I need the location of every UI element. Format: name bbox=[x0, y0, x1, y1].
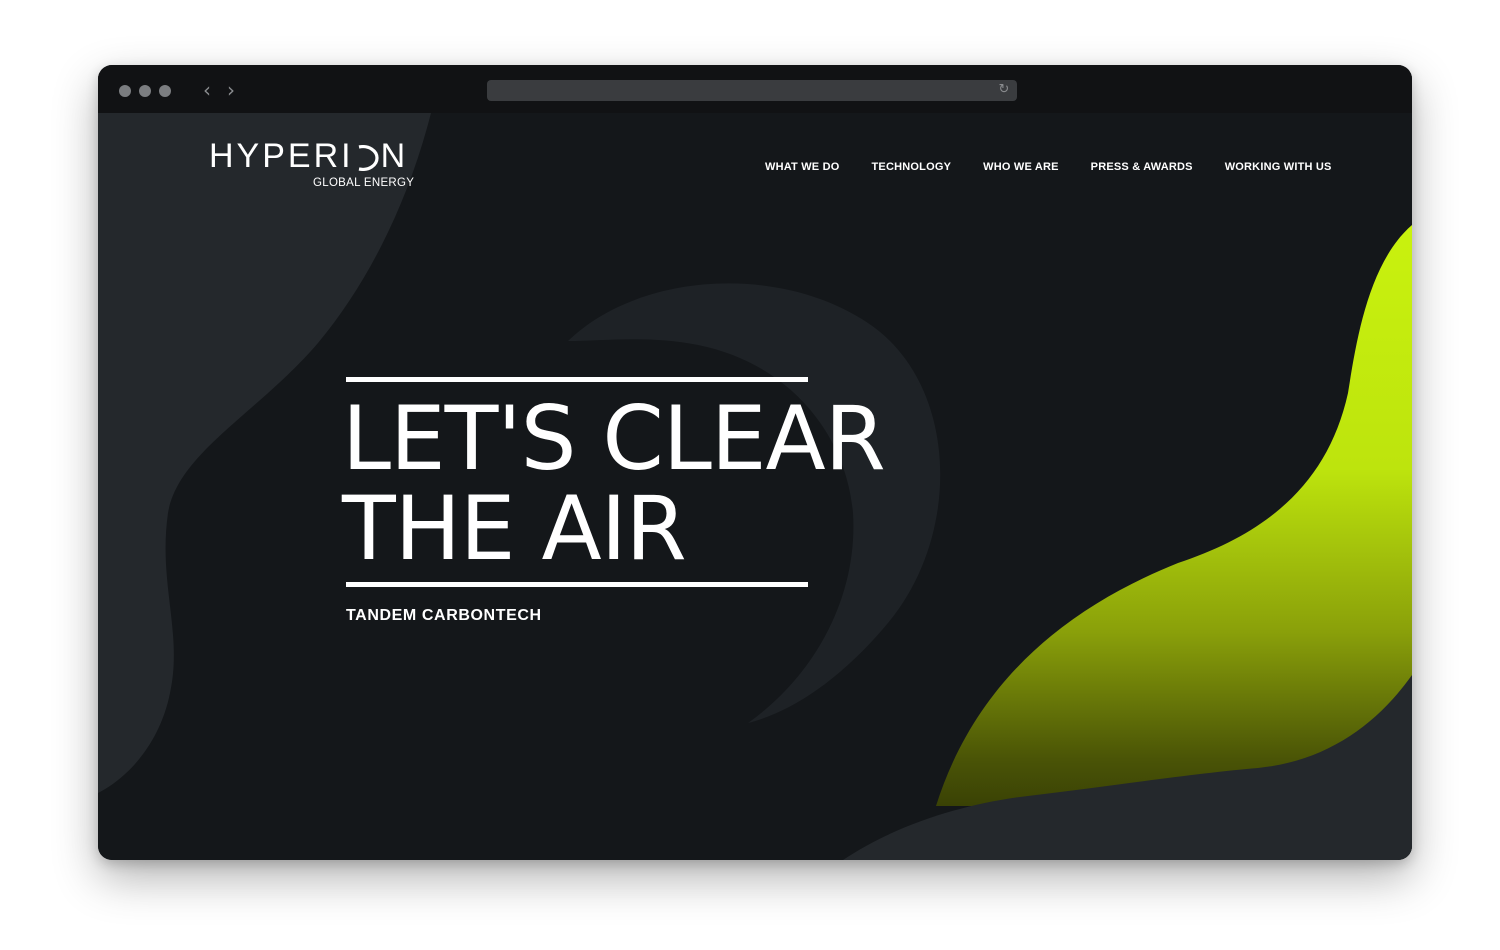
hero-section: LET'S CLEAR THE AIR TANDEM CARBONTECH bbox=[342, 377, 946, 625]
brand-logo[interactable]: HYPERI N GLOBAL ENERGY bbox=[209, 137, 414, 189]
chevron-right-icon[interactable]: › bbox=[223, 79, 239, 101]
hero-headline-line-2: THE AIR bbox=[342, 477, 687, 580]
maximize-window-button[interactable] bbox=[159, 85, 171, 97]
reload-icon[interactable]: ↻ bbox=[996, 82, 1012, 98]
hero-top-rule bbox=[346, 377, 808, 382]
browser-titlebar: ‹ › ↻ bbox=[98, 65, 1412, 113]
nav-item-working-with-us[interactable]: WORKING WITH US bbox=[1225, 161, 1332, 173]
brand-tagline: GLOBAL ENERGY bbox=[313, 177, 415, 189]
chevron-left-icon[interactable]: ‹ bbox=[199, 79, 215, 101]
brand-name: HYPERI bbox=[209, 137, 354, 175]
hero-bottom-rule bbox=[346, 582, 808, 587]
main-navigation: WHAT WE DO TECHNOLOGY WHO WE ARE PRESS &… bbox=[765, 161, 1364, 173]
nav-item-technology[interactable]: TECHNOLOGY bbox=[872, 161, 952, 173]
brand-name-end: N bbox=[380, 137, 409, 175]
browser-window: ‹ › ↻ HYPERI N GLOBAL ENERGY WHAT WE DO … bbox=[98, 65, 1412, 860]
address-bar[interactable]: ↻ bbox=[487, 80, 1017, 101]
hero-headline: LET'S CLEAR THE AIR bbox=[342, 394, 946, 574]
nav-item-press-awards[interactable]: PRESS & AWARDS bbox=[1091, 161, 1193, 173]
nav-item-what-we-do[interactable]: WHAT WE DO bbox=[765, 161, 840, 173]
page-viewport: HYPERI N GLOBAL ENERGY WHAT WE DO TECHNO… bbox=[98, 113, 1412, 860]
minimize-window-button[interactable] bbox=[139, 85, 151, 97]
hero-subheading: TANDEM CARBONTECH bbox=[346, 607, 542, 624]
accent-wave-shape bbox=[936, 225, 1412, 806]
close-window-button[interactable] bbox=[119, 85, 131, 97]
logo-crescent-icon bbox=[355, 143, 379, 171]
nav-item-who-we-are[interactable]: WHO WE ARE bbox=[983, 161, 1059, 173]
hero-headline-line-1: LET'S CLEAR bbox=[342, 387, 886, 490]
